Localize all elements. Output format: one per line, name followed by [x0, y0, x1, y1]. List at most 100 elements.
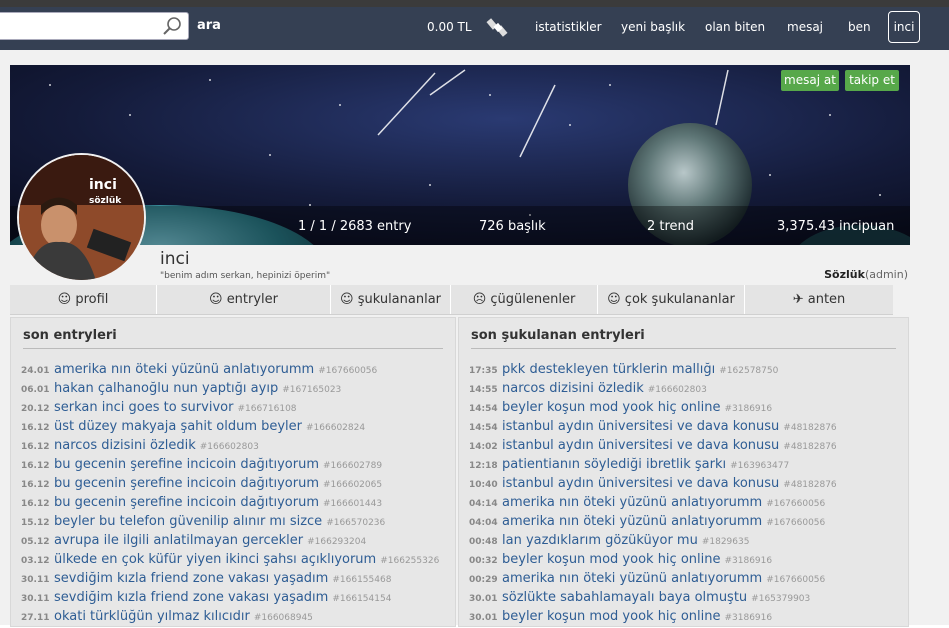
entry-id-link[interactable]: #48182876 — [783, 480, 836, 490]
entry-title-link[interactable]: amerika nın öteki yüzünü anlatıyorumm — [502, 495, 762, 510]
entry-id-link[interactable]: #166155468 — [332, 575, 391, 585]
entry-id-link[interactable]: #167165023 — [282, 385, 341, 395]
entry-title-link[interactable]: sevdiğim kızla friend zone vakası yaşadı… — [54, 590, 328, 605]
list-item[interactable]: 16.12 bu gecenin şerefine incicoin dağıtı… — [21, 453, 439, 472]
entry-title-link[interactable]: pkk destekleyen türklerin mallığı — [502, 362, 715, 377]
list-item[interactable]: 06.01 hakan çalhanoğlu nun yaptığı ayıp #1… — [21, 377, 439, 396]
search-icon[interactable] — [162, 16, 182, 36]
entry-title-link[interactable]: bu gecenin şerefine incicoin dağıtıyorum — [54, 457, 319, 472]
search-input[interactable] — [0, 12, 189, 40]
entry-id-link[interactable]: #1829635 — [702, 537, 750, 547]
entry-id-link[interactable]: #48182876 — [783, 423, 836, 433]
satellite-icon[interactable] — [486, 16, 510, 40]
entry-id-link[interactable]: #3186916 — [724, 556, 772, 566]
stat-topics[interactable]: 726 başlık — [479, 219, 546, 234]
entry-id-link[interactable]: #163963477 — [730, 461, 789, 471]
nav-whats-happening[interactable]: olan biten — [705, 20, 765, 34]
entry-title-link[interactable]: amerika nın öteki yüzünü anlatıyorumm — [502, 514, 762, 529]
entry-title-link[interactable]: patientianın söylediği ibretlik şarkı — [502, 457, 726, 472]
entry-id-link[interactable]: #166154154 — [332, 594, 391, 604]
entry-id-link[interactable]: #166602065 — [323, 480, 382, 490]
list-item[interactable]: 12:18 patientianın söylediği ibretlik şar… — [469, 453, 837, 472]
entry-title-link[interactable]: istanbul aydın üniversitesi ve dava konu… — [502, 419, 779, 434]
entry-id-link[interactable]: #3186916 — [724, 613, 772, 623]
entry-title-link[interactable]: bu gecenin şerefine incicoin dağıtıyorum — [54, 476, 319, 491]
entry-id-link[interactable]: #162578750 — [719, 366, 778, 376]
entry-id-link[interactable]: #166601443 — [323, 499, 382, 509]
entry-id-link[interactable]: #167660056 — [766, 518, 825, 528]
list-item[interactable]: 27.11 okati türklüğün yılmaz kılıcıdır #16… — [21, 605, 439, 624]
list-item[interactable]: 14:55 narcos dizisini özledik #166602803 — [469, 377, 837, 396]
search-button[interactable]: ara — [197, 18, 221, 33]
tab-most-upvoted[interactable]: ☺ çok şukulananlar — [598, 285, 745, 314]
entry-id-link[interactable]: #166068945 — [254, 613, 313, 623]
nav-new-topic[interactable]: yeni başlık — [621, 20, 685, 34]
entry-time[interactable]: 30.01 — [469, 609, 502, 628]
entry-id-link[interactable]: #167660056 — [318, 366, 377, 376]
list-item[interactable]: 30.11 sevdiğim kızla friend zone vakası y… — [21, 567, 439, 586]
list-item[interactable]: 30.01 beyler koşun mod yook hiç online #31… — [469, 605, 837, 624]
entry-id-link[interactable]: #167660056 — [766, 575, 825, 585]
list-item[interactable]: 04:14 amerika nın öteki yüzünü anlatıyoru… — [469, 491, 837, 510]
entry-title-link[interactable]: ülkede en çok küfür yiyen ikinci şahsı a… — [54, 552, 376, 567]
entry-title-link[interactable]: narcos dizisini özledik — [502, 381, 644, 396]
entry-id-link[interactable]: #166602824 — [306, 423, 365, 433]
nav-messages[interactable]: mesaj — [787, 20, 823, 34]
entry-id-link[interactable]: #166602789 — [323, 461, 382, 471]
entry-title-link[interactable]: bu gecenin şerefine incicoin dağıtıyorum — [54, 495, 319, 510]
entry-title-link[interactable]: beyler koşun mod yook hiç online — [502, 400, 720, 415]
entry-id-link[interactable]: #166716108 — [237, 404, 296, 414]
list-item[interactable]: 16.12 narcos dizisini özledik #166602803 — [21, 434, 439, 453]
entry-title-link[interactable]: istanbul aydın üniversitesi ve dava konu… — [502, 476, 779, 491]
nav-me[interactable]: ben — [848, 20, 871, 34]
entry-id-link[interactable]: #165379903 — [751, 594, 810, 604]
list-item[interactable]: 03.12 ülkede en çok küfür yiyen ikinci şa… — [21, 548, 439, 567]
entry-id-link[interactable]: #166602803 — [648, 385, 707, 395]
list-item[interactable]: 14:54 beyler koşun mod yook hiç online #31… — [469, 396, 837, 415]
entry-title-link[interactable]: okati türklüğün yılmaz kılıcıdır — [54, 609, 250, 624]
entry-time[interactable]: 27.11 — [21, 609, 54, 628]
entry-title-link[interactable]: avrupa ile ilgili anlatilmayan gercekler — [54, 533, 303, 548]
entry-title-link[interactable]: beyler koşun mod yook hiç online — [502, 609, 720, 624]
nav-statistics[interactable]: istatistikler — [535, 20, 602, 34]
tab-profile[interactable]: ☺ profil — [10, 285, 157, 314]
list-item[interactable]: 00:48 lan yazdıklarım gözüküyor mu #182963… — [469, 529, 837, 548]
send-message-button[interactable]: mesaj at — [781, 70, 839, 91]
entry-title-link[interactable]: beyler bu telefon güvenilip alınır mı si… — [54, 514, 322, 529]
entry-id-link[interactable]: #48182876 — [783, 442, 836, 452]
list-item[interactable]: 24.01 amerika nın öteki yüzünü anlatıyoru… — [21, 358, 439, 377]
entry-title-link[interactable]: sözlükte sabahlamayalı baya olmuştu — [502, 590, 747, 605]
stat-entries[interactable]: 1 / 1 / 2683 entry — [298, 219, 411, 234]
tab-upvoted[interactable]: ☺ şukulananlar — [331, 285, 451, 314]
list-item[interactable]: 04:04 amerika nın öteki yüzünü anlatıyoru… — [469, 510, 837, 529]
entry-title-link[interactable]: üst düzey makyaja şahit oldum beyler — [54, 419, 302, 434]
tab-antenna[interactable]: ✈ anten — [745, 285, 893, 314]
follow-button[interactable]: takip et — [845, 70, 899, 91]
entry-title-link[interactable]: hakan çalhanoğlu nun yaptığı ayıp — [54, 381, 278, 396]
stat-trend[interactable]: 2 trend — [647, 219, 694, 234]
entry-id-link[interactable]: #3186916 — [724, 404, 772, 414]
list-item[interactable]: 14:54 istanbul aydın üniversitesi ve dava… — [469, 415, 837, 434]
list-item[interactable]: 30.01 sözlükte sabahlamayalı baya olmuştu… — [469, 586, 837, 605]
entry-title-link[interactable]: serkan inci goes to survivor — [54, 400, 233, 415]
stat-points[interactable]: 3,375.43 incipuan — [777, 219, 894, 234]
tab-downvoted[interactable]: ☹ çügülenenler — [451, 285, 598, 314]
list-item[interactable]: 00:32 beyler koşun mod yook hiç online #31… — [469, 548, 837, 567]
entry-id-link[interactable]: #166602803 — [200, 442, 259, 452]
entry-title-link[interactable]: lan yazdıklarım gözüküyor mu — [502, 533, 698, 548]
list-item[interactable]: 20.12 serkan inci goes to survivor #166716… — [21, 396, 439, 415]
list-item[interactable]: 16.12 bu gecenin şerefine incicoin dağıtı… — [21, 491, 439, 510]
list-item[interactable]: 14:02 istanbul aydın üniversitesi ve dava… — [469, 434, 837, 453]
list-item[interactable]: 10:40 istanbul aydın üniversitesi ve dava… — [469, 472, 837, 491]
entry-id-link[interactable]: #167660056 — [766, 499, 825, 509]
list-item[interactable]: 16.12 üst düzey makyaja şahit oldum beyle… — [21, 415, 439, 434]
entry-title-link[interactable]: sevdiğim kızla friend zone vakası yaşadı… — [54, 571, 328, 586]
list-item[interactable]: 05.12 avrupa ile ilgili anlatilmayan gerc… — [21, 529, 439, 548]
entry-id-link[interactable]: #166293204 — [307, 537, 366, 547]
tab-entries[interactable]: ☺ entryler — [157, 285, 331, 314]
nav-inci[interactable]: inci — [888, 11, 920, 43]
list-item[interactable]: 00:29 amerika nın öteki yüzünü anlatıyoru… — [469, 567, 837, 586]
entry-title-link[interactable]: amerika nın öteki yüzünü anlatıyorumm — [54, 362, 314, 377]
entry-id-link[interactable]: #166570236 — [326, 518, 385, 528]
list-item[interactable]: 16.12 bu gecenin şerefine incicoin dağıtı… — [21, 472, 439, 491]
